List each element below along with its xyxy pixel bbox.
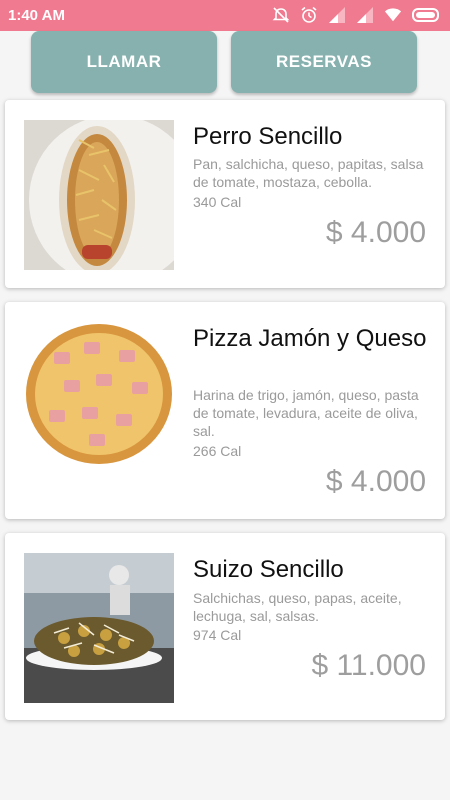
alarm-icon: [300, 6, 318, 24]
status-time: 1:40 AM: [8, 7, 65, 24]
item-price: $ 4.000: [325, 465, 426, 498]
signal-icon: [328, 6, 346, 24]
reserve-button[interactable]: RESERVAS: [231, 31, 417, 93]
signal-icon: [356, 6, 374, 24]
status-bar: 1:40 AM: [0, 0, 450, 31]
wifi-icon: [384, 6, 402, 24]
item-price: $ 4.000: [325, 216, 426, 249]
battery-icon: [412, 6, 442, 24]
pizza-image: [24, 322, 174, 472]
item-calories: 266 Cal: [193, 443, 242, 459]
call-button[interactable]: LLAMAR: [31, 31, 217, 93]
item-price: $ 11.000: [311, 649, 426, 682]
status-icons: [272, 6, 442, 24]
suizo-image: [24, 553, 174, 703]
alarm-off-icon: [272, 6, 290, 24]
item-calories: 974 Cal: [193, 627, 242, 643]
hotdog-image: [24, 120, 174, 270]
item-description: Harina de trigo, jamón, queso, pasta de …: [193, 387, 419, 439]
item-calories: 340 Cal: [193, 194, 242, 210]
item-description: Salchichas, queso, papas, aceite, lechug…: [193, 590, 402, 624]
item-title: Perro Sencillo: [193, 123, 343, 150]
menu-card[interactable]: Pizza Jamón y Queso Harina de trigo, jam…: [5, 302, 445, 519]
item-title: Pizza Jamón y Queso: [193, 325, 427, 352]
item-description: Pan, salchicha, queso, papitas, salsa de…: [193, 156, 424, 190]
menu-card[interactable]: Perro Sencillo Pan, salchicha, queso, pa…: [5, 100, 445, 288]
menu-card[interactable]: Suizo Sencillo Salchichas, queso, papas,…: [5, 533, 445, 720]
item-title: Suizo Sencillo: [193, 556, 344, 583]
